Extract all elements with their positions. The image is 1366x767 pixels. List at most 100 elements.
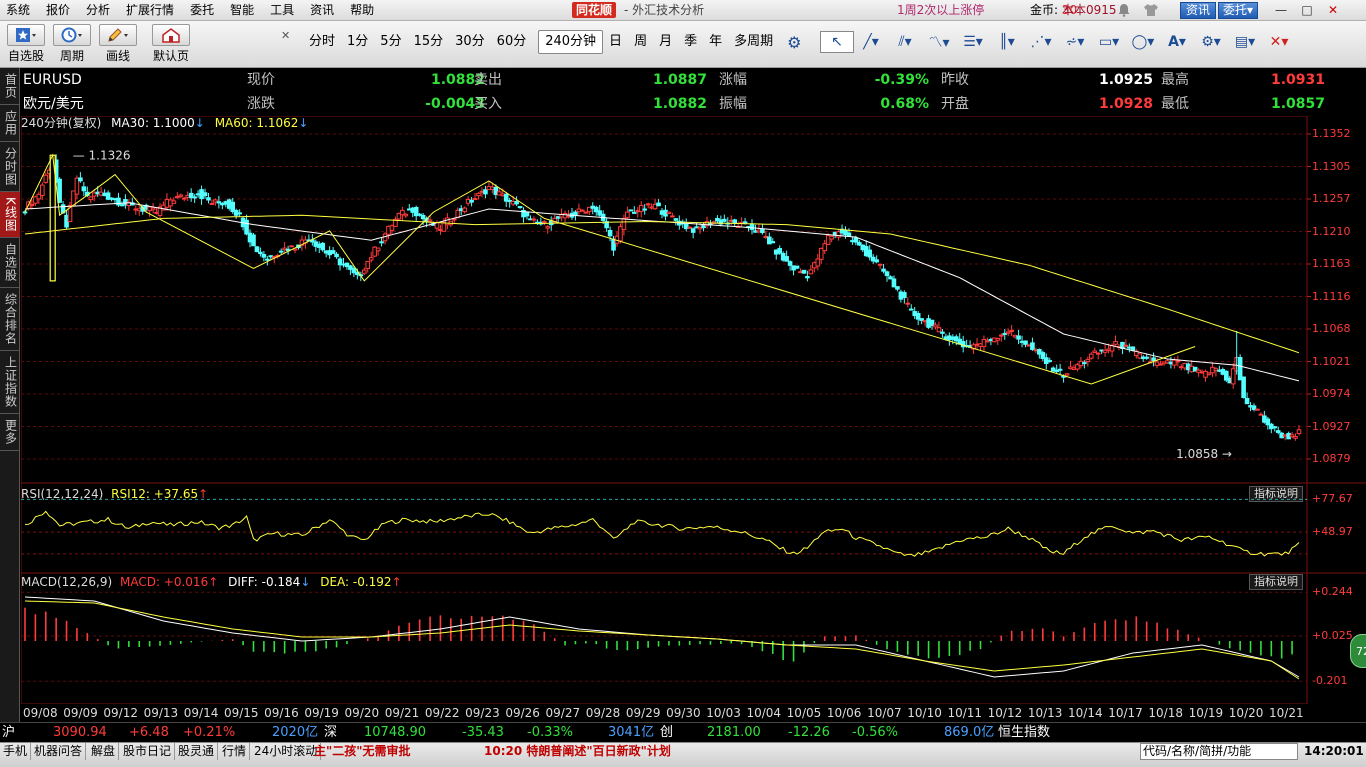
toolbar-draw[interactable]: 画线 xyxy=(98,24,138,66)
period-settings-icon[interactable]: ⚙ xyxy=(787,33,801,52)
candle-body xyxy=(1092,350,1098,353)
tab-stock-link[interactable]: 股灵通 xyxy=(175,743,219,760)
period-1[interactable]: 1分 xyxy=(341,30,374,54)
period-6[interactable]: 240分钟 xyxy=(538,30,604,54)
menu-smart[interactable]: 智能 xyxy=(222,0,262,21)
minimize-button[interactable]: — xyxy=(1270,2,1292,19)
kline-chart[interactable]: — 1.1326 1.0858 → xyxy=(21,116,1366,704)
version-label[interactable]: 本本0915 xyxy=(1062,0,1117,21)
save-icon[interactable]: ▤▾ xyxy=(1228,31,1262,53)
period-9[interactable]: 月 xyxy=(653,30,678,54)
candle-body xyxy=(361,269,367,274)
sidebar-tab-2[interactable]: 分时图 xyxy=(0,142,20,192)
parallel-icon[interactable]: ⫽▾ xyxy=(888,31,922,53)
period-7[interactable]: 日 xyxy=(603,30,628,54)
ellipse-icon[interactable]: ◯▾ xyxy=(1126,31,1160,53)
menu-help[interactable]: 帮助 xyxy=(342,0,382,21)
promo-link[interactable]: 1周2次以上涨停 xyxy=(897,0,984,21)
tab-mobile[interactable]: 手机 xyxy=(0,743,32,760)
hs-label[interactable]: 恒生指数 xyxy=(998,723,1050,743)
sidebar-tab-3[interactable]: K线图 xyxy=(0,192,20,238)
quote-value-items_row2-1: 1.0882 xyxy=(652,96,707,112)
date-label: 10/06 xyxy=(826,706,862,720)
sh-label[interactable]: 沪 xyxy=(2,723,15,743)
cy-volume: 869.0亿 xyxy=(944,725,995,740)
code-search-input[interactable]: 代码/名称/简拼/功能 xyxy=(1140,743,1298,760)
fib-icon[interactable]: ☰▾ xyxy=(956,31,990,53)
candle-body xyxy=(1241,376,1246,398)
cy-label[interactable]: 创 xyxy=(660,723,673,743)
period-8[interactable]: 周 xyxy=(628,30,653,54)
period-11[interactable]: 年 xyxy=(703,30,728,54)
line-icon[interactable]: ╱▾ xyxy=(854,31,888,53)
trade-button[interactable]: 委托▾ xyxy=(1218,2,1258,19)
candle-body xyxy=(78,177,83,182)
wave-icon[interactable]: 〽▾ xyxy=(922,31,956,53)
tab-24h-news[interactable]: 24小时滚动 xyxy=(251,743,322,760)
menu-system[interactable]: 系统 xyxy=(0,0,38,21)
quote-label-items_row1-1: 卖出 xyxy=(474,72,502,88)
delete-icon[interactable]: ✕▾ xyxy=(1262,31,1296,53)
sidebar-tab-1[interactable]: 应用 xyxy=(0,105,20,142)
toolbar-period[interactable]: 周期 xyxy=(52,24,92,66)
period-3[interactable]: 15分 xyxy=(408,30,450,54)
toolbar-collapse-icon[interactable]: ✕ xyxy=(281,29,293,45)
chart-icon[interactable]: ⋰▾ xyxy=(1024,31,1058,53)
sidebar-tab-4[interactable]: 自选股 xyxy=(0,238,20,288)
tab-robot-qa[interactable]: 机器问答 xyxy=(31,743,87,760)
candle-body xyxy=(908,308,914,311)
period-10[interactable]: 季 xyxy=(678,30,703,54)
date-label: 10/12 xyxy=(987,706,1023,720)
candle-body xyxy=(251,234,256,247)
sidebar-tab-7[interactable]: 更多 xyxy=(0,414,20,451)
bars-icon[interactable]: ║▾ xyxy=(990,31,1024,53)
dea-line xyxy=(24,600,1300,680)
period-12[interactable]: 多周期 xyxy=(728,30,779,54)
close-button[interactable]: ✕ xyxy=(1322,2,1344,19)
pencil-icon xyxy=(108,28,128,42)
pointer-icon[interactable]: ↖ xyxy=(820,31,854,53)
rect-icon[interactable]: ▭▾ xyxy=(1092,31,1126,53)
gear-icon[interactable]: ⚙▾ xyxy=(1194,31,1228,53)
candle-body xyxy=(1047,360,1053,363)
menu-analysis[interactable]: 分析 xyxy=(78,0,118,21)
tab-analysis[interactable]: 解盘 xyxy=(88,743,120,760)
sidebar-tab-0[interactable]: 首页 xyxy=(0,68,20,105)
macd-tick: -0.201 xyxy=(1312,674,1348,688)
sidebar-tab-6[interactable]: 上证指数 xyxy=(0,351,20,414)
sidebar-tab-5[interactable]: 综合排名 xyxy=(0,288,20,351)
tab-diary[interactable]: 股市日记 xyxy=(120,743,176,760)
candle-body xyxy=(261,253,267,258)
candle-body xyxy=(1057,368,1063,371)
maximize-button[interactable]: □ xyxy=(1296,2,1318,19)
period-5[interactable]: 60分 xyxy=(491,30,533,54)
cy-price: 2181.00 xyxy=(707,725,761,740)
news-ticker-2[interactable]: 10:20 特朗普阐述"百日新政"计划 xyxy=(484,743,671,760)
menu-tools[interactable]: 工具 xyxy=(262,0,302,21)
sz-label[interactable]: 深 xyxy=(324,723,337,743)
quote-label-items_row2-4: 最低 xyxy=(1161,96,1189,112)
bell-icon[interactable] xyxy=(1117,3,1131,17)
tab-market[interactable]: 行情 xyxy=(219,743,251,760)
candle-body xyxy=(874,259,879,263)
toolbar-default-page[interactable]: 默认页 xyxy=(150,24,192,66)
period-2[interactable]: 5分 xyxy=(374,30,407,54)
period-0[interactable]: 分时 xyxy=(303,30,341,54)
candle-body xyxy=(289,245,294,248)
menu-extended[interactable]: 扩展行情 xyxy=(118,0,182,21)
menu-quote[interactable]: 报价 xyxy=(38,0,78,21)
candle-body xyxy=(998,334,1004,337)
toolbar-watchlist[interactable]: 自选股 xyxy=(6,24,46,66)
channel-icon[interactable]: ⩫▾ xyxy=(1058,31,1092,53)
menu-news[interactable]: 资讯 xyxy=(302,0,342,21)
text-icon[interactable]: A▾ xyxy=(1160,31,1194,53)
candle-body xyxy=(57,178,62,203)
period-4[interactable]: 30分 xyxy=(449,30,491,54)
date-label: 09/28 xyxy=(585,706,621,720)
news-ticker-1[interactable]: 主"二孩"无需审批 xyxy=(314,743,411,760)
menu-trade[interactable]: 委托 xyxy=(182,0,222,21)
shirt-icon[interactable] xyxy=(1143,3,1159,17)
date-label: 10/17 xyxy=(1108,706,1143,720)
candle-body xyxy=(690,228,696,233)
news-button[interactable]: 资讯 xyxy=(1180,2,1216,19)
